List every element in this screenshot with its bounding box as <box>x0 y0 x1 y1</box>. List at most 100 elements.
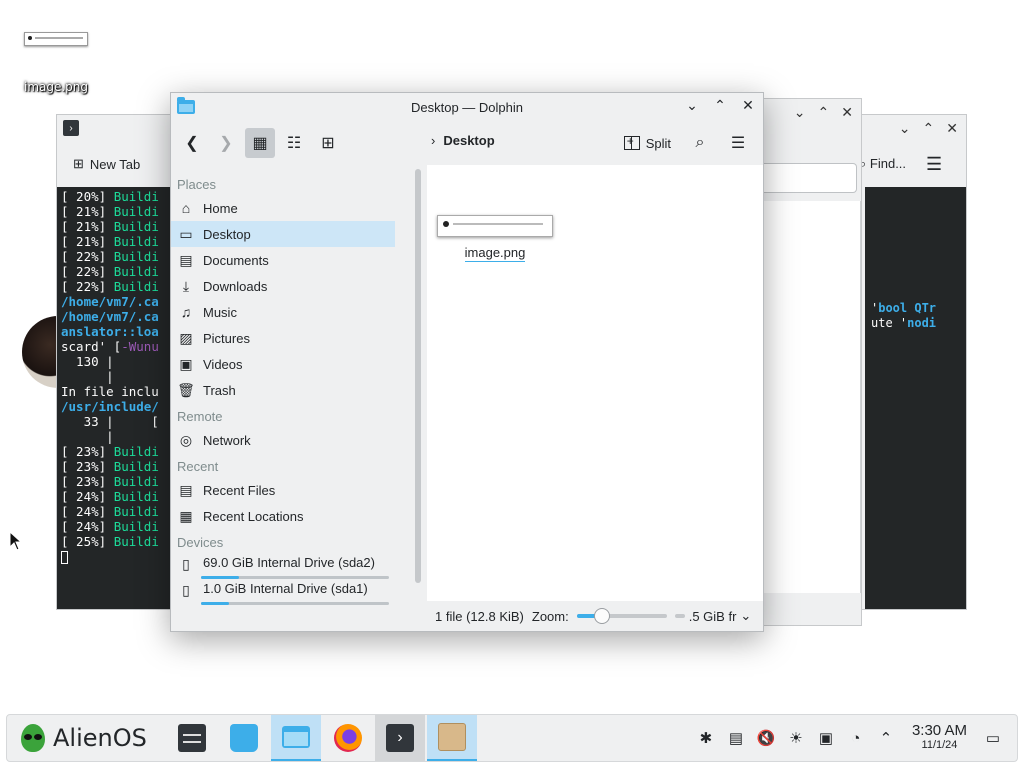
search-field[interactable] <box>763 163 857 193</box>
firefox-icon <box>334 724 362 752</box>
store-icon <box>230 724 258 752</box>
close-icon[interactable]: ✕ <box>946 120 958 137</box>
places-item-recent-files[interactable]: ▤ Recent Files <box>171 477 395 503</box>
grid-view-icon: ▦ <box>252 135 268 152</box>
dolphin-task[interactable] <box>271 715 321 761</box>
show-desktop-icon[interactable]: ▭ <box>983 728 1003 748</box>
back-button[interactable]: ❮ <box>177 128 207 158</box>
places-panel: Places ⌂ Home ▭ Desktop ▤ Documents ⤓ Downloads ♫… <box>171 165 407 631</box>
terminal-line: /home/vm7/.ca <box>61 309 159 324</box>
image-thumbnail-icon <box>24 32 88 46</box>
maximize-icon[interactable]: ⌃ <box>711 97 729 114</box>
terminal-line: [ 25%] Buildi <box>61 534 159 549</box>
terminal-line: [ 23%] Buildi <box>61 474 159 489</box>
expand-tray-icon[interactable]: ⌃ <box>876 728 896 748</box>
clock-time: 3:30 AM <box>911 722 967 739</box>
system-settings-task[interactable] <box>167 715 217 761</box>
free-space-indicator[interactable]: .5 GiB fr ⌄ <box>674 608 751 624</box>
places-scrollbar[interactable] <box>407 165 427 631</box>
terminal-line: [ 21%] Buildi <box>61 234 159 249</box>
places-item-label: Recent Locations <box>203 508 304 524</box>
trash-icon: 🗑 <box>177 381 195 398</box>
background-window-middle[interactable]: ⌄ ⌃ ✕ <box>762 98 862 626</box>
terminal-line: [ 24%] Buildi <box>61 489 159 504</box>
firefox-task[interactable] <box>323 715 373 761</box>
icons-view-button[interactable]: ▦ <box>245 128 275 158</box>
taskbar: AlienOS › ✱ ▤ 🔇 ☀ ▣ ◔ ⌃ 3:30 AM 11/1/24 ▭ <box>6 714 1018 762</box>
terminal-line: [ 21%] Buildi <box>61 204 159 219</box>
file-name: image.png <box>464 245 526 262</box>
forward-button[interactable]: ❯ <box>211 128 241 158</box>
updates-icon[interactable]: ◔ <box>846 728 866 748</box>
places-section-header: Devices <box>177 535 224 550</box>
title-bar[interactable]: Desktop — Dolphin ⌄ ⌃ ✕ <box>171 93 763 121</box>
hamburger-menu-button[interactable]: ☰ <box>723 128 753 158</box>
places-item-music[interactable]: ♫ Music <box>171 299 395 325</box>
terminal-line: [ 20%] Buildi <box>61 189 159 204</box>
terminal-line: anslator::loa <box>61 324 159 339</box>
terminal-line: [ 24%] Buildi <box>61 504 159 519</box>
music-icon: ♫ <box>180 304 192 320</box>
terminal-line: In file inclu <box>61 384 159 399</box>
terminal-output[interactable]: [ 20%] Buildi[ 21%] Buildi[ 21%] Buildi[… <box>57 187 175 609</box>
places-item-trash[interactable]: 🗑 Trash <box>171 377 395 403</box>
zoom-slider-handle[interactable] <box>593 608 610 624</box>
places-item-recent-locations[interactable]: ▦ Recent Locations <box>171 503 395 529</box>
new-tab-button[interactable]: New Tab <box>90 157 140 172</box>
device-item[interactable]: ▯ 1.0 GiB Internal Drive (sda1) <box>171 579 395 605</box>
network-icon: ◎ <box>179 431 193 448</box>
image-thumbnail-icon <box>437 215 553 237</box>
close-icon[interactable]: ✕ <box>739 97 757 114</box>
brightness-icon[interactable]: ☀ <box>786 728 806 748</box>
places-item-label: Videos <box>203 356 243 372</box>
places-item-network[interactable]: ◎ Network <box>171 427 395 453</box>
device-item[interactable]: ▯ 69.0 GiB Internal Drive (sda2) <box>171 553 395 579</box>
new-tab-icon: ⊞ <box>73 156 84 171</box>
discover-task[interactable] <box>219 715 269 761</box>
places-item-pictures[interactable]: ▨ Pictures <box>171 325 395 351</box>
compact-view-icon: ☷ <box>286 135 302 152</box>
maximize-icon[interactable]: ⌃ <box>923 120 935 137</box>
places-item-label: Desktop <box>203 226 251 242</box>
breadcrumb-desktop[interactable]: Desktop <box>443 133 494 148</box>
package-task[interactable] <box>427 715 477 761</box>
maximize-icon[interactable]: ⌃ <box>818 104 830 121</box>
places-item-downloads[interactable]: ⤓ Downloads <box>171 273 395 299</box>
clipboard-icon[interactable]: ▤ <box>726 728 746 748</box>
device-label: 1.0 GiB Internal Drive (sda1) <box>203 581 368 596</box>
breadcrumb[interactable]: › Desktop <box>431 133 495 148</box>
minimize-icon[interactable]: ⌄ <box>683 97 701 114</box>
disk-icon[interactable]: ▣ <box>816 728 836 748</box>
places-item-documents[interactable]: ▤ Documents <box>171 247 395 273</box>
launcher-label: AlienOS <box>53 724 147 752</box>
split-button[interactable]: Split <box>618 128 677 158</box>
folder-icon <box>282 726 310 748</box>
terminal-line: [ 22%] Buildi <box>61 264 159 279</box>
volume-muted-icon[interactable]: 🔇 <box>756 728 776 748</box>
search-button[interactable]: ⌕ <box>685 128 715 158</box>
terminal-line: 'bool QTr <box>871 301 937 315</box>
minimize-icon[interactable]: ⌄ <box>794 104 806 121</box>
places-item-desktop[interactable]: ▭ Desktop <box>171 221 395 247</box>
details-view-button[interactable]: ⊞ <box>313 128 343 158</box>
file-item[interactable]: image.png <box>435 215 555 262</box>
find-button[interactable]: ⌕ Find... <box>859 156 906 172</box>
minimize-icon[interactable]: ⌄ <box>899 120 911 137</box>
konsole-window[interactable]: › ⊞ New Tab [ 20%] Buildi[ 21%] Buildi[ … <box>56 114 176 610</box>
places-item-home[interactable]: ⌂ Home <box>171 195 395 221</box>
bluetooth-icon[interactable]: ✱ <box>696 728 716 748</box>
terminal-line: [ 24%] Buildi <box>61 519 159 534</box>
hamburger-menu-icon[interactable]: ☰ <box>926 154 942 175</box>
desktop-file-image[interactable]: image.png <box>20 28 92 94</box>
places-section-header: Places <box>177 177 217 192</box>
zoom-slider[interactable] <box>576 606 667 626</box>
application-launcher[interactable]: AlienOS <box>7 724 167 752</box>
close-icon[interactable]: ✕ <box>841 104 853 121</box>
dolphin-window[interactable]: Desktop — Dolphin ⌄ ⌃ ✕ ❮ ❯ ▦ ☷ ⊞ › Desk… <box>170 92 764 632</box>
compact-view-button[interactable]: ☷ <box>279 128 309 158</box>
videos-icon: ▣ <box>179 355 193 372</box>
file-view[interactable]: image.png <box>427 165 763 601</box>
places-item-videos[interactable]: ▣ Videos <box>171 351 395 377</box>
konsole-task[interactable]: › <box>375 715 425 761</box>
digital-clock[interactable]: 3:30 AM 11/1/24 <box>906 722 973 752</box>
